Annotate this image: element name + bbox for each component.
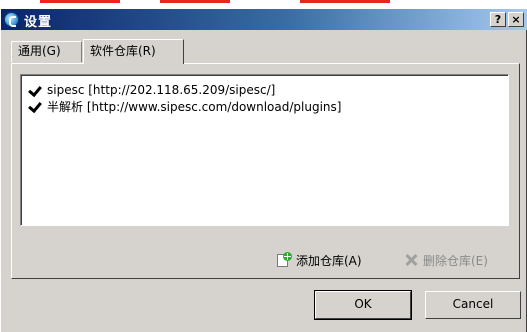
list-item[interactable]: sipesc [http://202.118.65.209/sipesc/] bbox=[28, 82, 275, 98]
delete-repository-label: 删除仓库(E) bbox=[423, 253, 488, 268]
tab-repositories-label: 软件仓库(R) bbox=[90, 44, 156, 58]
window-title: 设置 bbox=[24, 15, 53, 30]
delete-repository-button[interactable]: 删除仓库(E) bbox=[404, 250, 488, 270]
cancel-button[interactable]: Cancel bbox=[425, 291, 521, 319]
tab-repositories[interactable]: 软件仓库(R) bbox=[83, 39, 184, 64]
repository-list[interactable]: sipesc [http://202.118.65.209/sipesc/] 半… bbox=[20, 74, 509, 226]
decoration-segment bbox=[300, 0, 390, 3]
repository-entry: sipesc [http://202.118.65.209/sipesc/] bbox=[47, 83, 276, 97]
tab-panel-repositories: sipesc [http://202.118.65.209/sipesc/] 半… bbox=[11, 63, 520, 279]
add-repository-label: 添加仓库(A) bbox=[296, 253, 362, 268]
ok-button[interactable]: OK bbox=[314, 290, 412, 320]
tab-general[interactable]: 通用(G) bbox=[11, 41, 82, 62]
decoration-segment bbox=[40, 0, 120, 3]
checkmark-icon[interactable] bbox=[28, 100, 41, 113]
add-repository-button[interactable]: 添加仓库(A) bbox=[276, 250, 362, 270]
top-decoration bbox=[0, 0, 527, 9]
delete-x-icon bbox=[404, 253, 418, 267]
help-button[interactable]: ? bbox=[490, 12, 506, 27]
close-button[interactable]: × bbox=[508, 12, 524, 27]
tab-general-label: 通用(G) bbox=[18, 44, 61, 58]
app-icon bbox=[4, 12, 19, 27]
decoration-segment bbox=[160, 0, 230, 3]
list-item[interactable]: 半解析 [http://www.sipesc.com/download/plug… bbox=[28, 98, 341, 114]
checkmark-icon[interactable] bbox=[28, 84, 41, 97]
title-bar[interactable]: 设置 ? × bbox=[1, 9, 527, 30]
repository-entry: 半解析 [http://www.sipesc.com/download/plug… bbox=[47, 99, 342, 114]
repository-list-frame: sipesc [http://202.118.65.209/sipesc/] 半… bbox=[21, 75, 508, 225]
settings-dialog: 设置 ? × 通用(G) 软件仓库(R) sipesc [http://202.… bbox=[0, 9, 527, 332]
add-page-icon bbox=[276, 252, 292, 268]
